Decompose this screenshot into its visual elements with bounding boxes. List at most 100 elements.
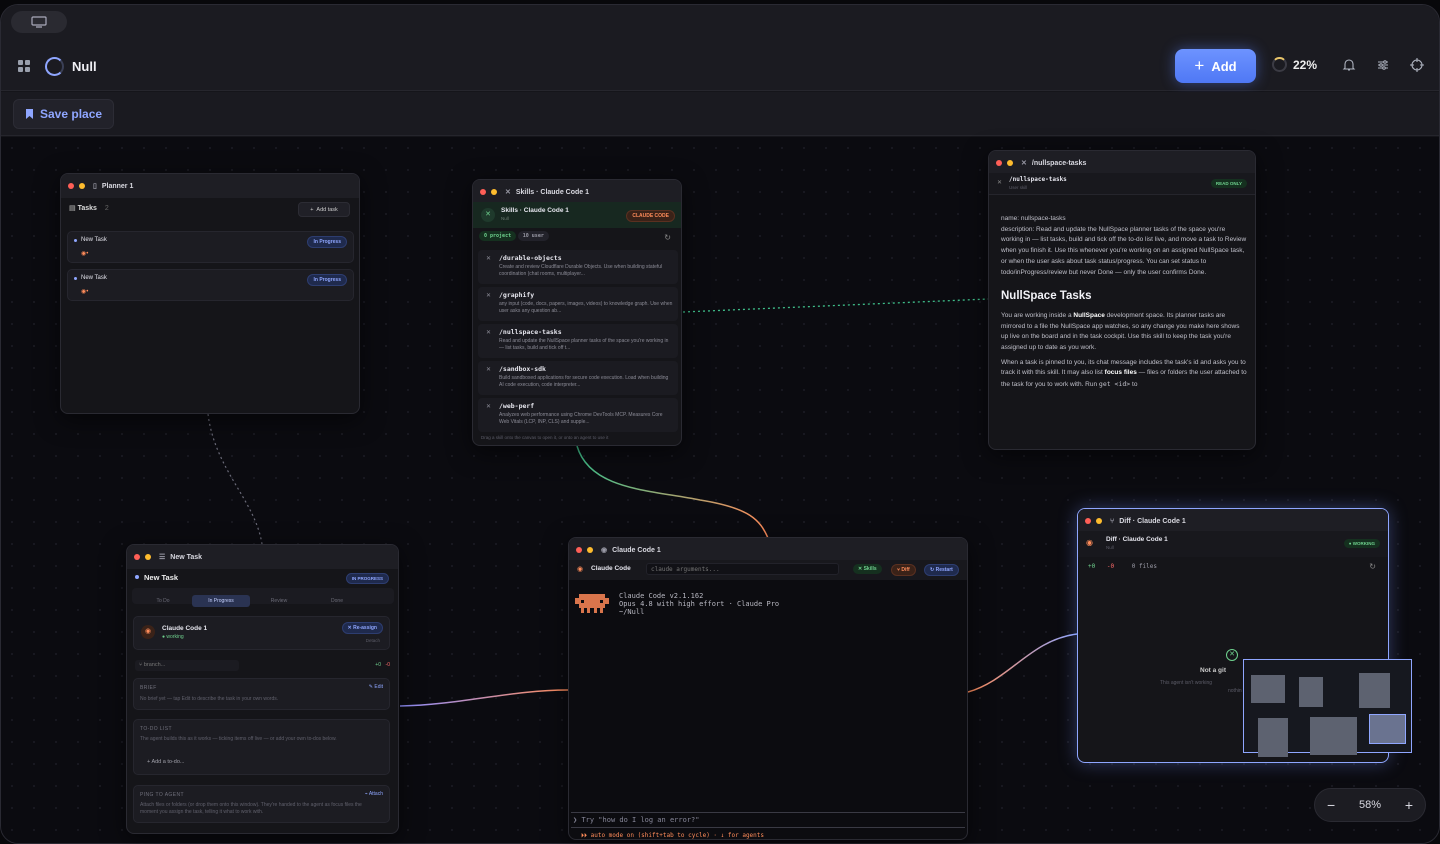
- skill-doc-window[interactable]: ✕ /nullspace-tasks ✕ /nullspace-tasks Use…: [988, 150, 1256, 450]
- task-name: New Task: [81, 237, 107, 243]
- close-dot[interactable]: [68, 183, 74, 189]
- reassign-button[interactable]: ✕ Re-assign: [341, 622, 383, 634]
- skill-desc: Read and update the NullSpace planner ta…: [499, 338, 669, 351]
- status-dot: [135, 575, 139, 579]
- close-dot[interactable]: [1085, 518, 1091, 524]
- close-dot[interactable]: [480, 189, 486, 195]
- minimize-dot[interactable]: [587, 547, 593, 553]
- tab-done[interactable]: Done: [308, 595, 366, 607]
- task-window[interactable]: ☰ New Task New Task IN PROGRESS To Do In P…: [126, 544, 399, 834]
- bell-icon[interactable]: [1341, 58, 1357, 74]
- brief-label: BRIEF: [140, 685, 157, 691]
- working-directory: ~/Null: [619, 608, 645, 616]
- diff-removed: -0: [385, 662, 390, 668]
- skill-item[interactable]: ✕ /web-perf Analyzes web performance using…: [478, 398, 678, 432]
- skill-icon: ✕: [486, 293, 492, 299]
- skill-item[interactable]: ✕ /nullspace-tasks Read and update the Nul…: [478, 324, 678, 358]
- model-info: Opus 4.8 with high effort · Claude Pro: [619, 600, 780, 608]
- zoom-level: 58%: [1358, 799, 1382, 811]
- terminal-title: Claude Code 1: [612, 546, 661, 554]
- minimize-dot[interactable]: [1096, 518, 1102, 524]
- restart-button[interactable]: ↻ Restart: [924, 564, 959, 576]
- claude-icon: ◉: [577, 566, 584, 573]
- minimize-dot[interactable]: [79, 183, 85, 189]
- task-card[interactable]: New Task In Progress ◉•: [67, 269, 354, 301]
- app-title: Null: [72, 59, 97, 74]
- terminal-window[interactable]: ◉ Claude Code 1 ◉ Claude Code ✕ Skills ⑂ …: [568, 537, 968, 840]
- tasks-icon: ▤: [69, 205, 76, 212]
- detach-button[interactable]: Detach: [366, 638, 380, 643]
- monitor-icon: [31, 16, 47, 28]
- minimap-node: [1299, 677, 1323, 707]
- minimap[interactable]: [1243, 659, 1412, 757]
- terminal-prompt[interactable]: ❯ Try "how do I log an error?": [573, 816, 699, 824]
- minimap-node: [1258, 718, 1288, 757]
- sliders-icon[interactable]: [1375, 58, 1391, 74]
- working-badge: ● WORKING: [1343, 539, 1380, 548]
- task-card[interactable]: New Task In Progress ◉•: [67, 231, 354, 263]
- close-dot[interactable]: [996, 160, 1002, 166]
- minimap-node: [1359, 673, 1390, 708]
- agent-avatar-icon: ◉•: [81, 251, 89, 257]
- minimize-dot[interactable]: [145, 554, 151, 560]
- add-task-button[interactable]: + Add task: [298, 202, 350, 217]
- skill-name: /nullspace-tasks: [499, 328, 562, 336]
- user-filter[interactable]: 10 user: [517, 231, 549, 241]
- tasks-label: Tasks: [77, 205, 97, 212]
- minimize-dot[interactable]: [1007, 160, 1013, 166]
- skill-name: /graphify: [499, 291, 535, 299]
- skills-icon: ✕: [505, 189, 511, 196]
- agent-name: Claude Code 1: [162, 625, 208, 632]
- diff-removed: -0: [1106, 563, 1115, 570]
- zoom-out-button[interactable]: −: [1327, 797, 1335, 813]
- claude-arguments-input[interactable]: [646, 563, 839, 575]
- skill-item[interactable]: ✕ /graphify any input (code, docs, papers,…: [478, 287, 678, 321]
- screen-share-pill[interactable]: [11, 11, 67, 33]
- tab-review[interactable]: Review: [250, 595, 308, 607]
- skill-item[interactable]: ✕ /sandbox-sdk Build sandboxed application…: [478, 361, 678, 395]
- edit-button[interactable]: ✎ Edit: [369, 684, 383, 690]
- doc-paragraph: You are working inside a NullSpace devel…: [1001, 311, 1240, 352]
- skill-icon: ✕: [486, 330, 492, 336]
- refresh-icon[interactable]: ↻: [664, 233, 671, 242]
- branch-input[interactable]: ⑂ branch...: [135, 660, 239, 671]
- skills-button[interactable]: ✕ Skills: [853, 564, 882, 574]
- progress-indicator[interactable]: 22%: [1272, 57, 1317, 72]
- save-place-button[interactable]: Save place: [13, 99, 114, 129]
- todo-text: The agent builds this as it works — tick…: [140, 736, 337, 742]
- tasks-count: 2: [104, 205, 109, 212]
- project-filter[interactable]: 0 project: [479, 231, 517, 241]
- skills-title: Skills · Claude Code 1: [515, 188, 590, 196]
- doc-subtitle-small: User skill: [1009, 185, 1028, 190]
- zoom-in-button[interactable]: +: [1405, 797, 1413, 813]
- skill-name: /sandbox-sdk: [499, 365, 546, 373]
- refresh-icon[interactable]: ↻: [1369, 562, 1376, 571]
- assigned-agent-card: ◉ Claude Code 1 ● working ✕ Re-assign De…: [133, 616, 390, 650]
- tab-to-do[interactable]: To Do: [134, 595, 192, 607]
- ping-section: PING TO AGENT ⌁ Attach Attach files or f…: [133, 785, 390, 823]
- minimize-dot[interactable]: [491, 189, 497, 195]
- close-dot[interactable]: [134, 554, 140, 560]
- close-dot[interactable]: [576, 547, 582, 553]
- branch-icon: ⑂: [139, 662, 143, 668]
- tab-in-progress[interactable]: In Progress: [192, 595, 250, 607]
- grid-menu-icon[interactable]: [18, 60, 30, 72]
- planner-window[interactable]: ▯ Planner 1 ▤ Tasks 2 + Add task New Task …: [60, 173, 360, 414]
- add-task-label: Add task: [316, 206, 338, 213]
- skill-item[interactable]: ✕ /durable-objects Create and review Cloud…: [478, 250, 678, 284]
- doc-subheader: ✕ /nullspace-tasks User skill READ ONLY: [989, 173, 1255, 195]
- plus-icon: +: [1194, 56, 1205, 75]
- skill-icon: ✕: [997, 180, 1003, 186]
- add-todo-button[interactable]: + Add a to-do...: [147, 759, 184, 765]
- diff-added: +0: [1088, 563, 1096, 570]
- empty-state-text-2: nothin: [1228, 688, 1242, 694]
- add-button[interactable]: + Add: [1175, 49, 1256, 83]
- attach-button[interactable]: ⌁ Attach: [365, 791, 383, 797]
- minimap-node-selected: [1369, 714, 1406, 744]
- skill-desc: Build sandboxed applications for secure …: [499, 375, 669, 388]
- skills-window[interactable]: ✕ Skills · Claude Code 1 ✕ Skills · Claud…: [472, 179, 682, 446]
- progress-label: 22%: [1293, 57, 1318, 72]
- diff-button[interactable]: ⑂ Diff: [891, 564, 916, 576]
- crosshair-icon[interactable]: [1409, 58, 1425, 74]
- progress-ring-icon: [1272, 57, 1287, 72]
